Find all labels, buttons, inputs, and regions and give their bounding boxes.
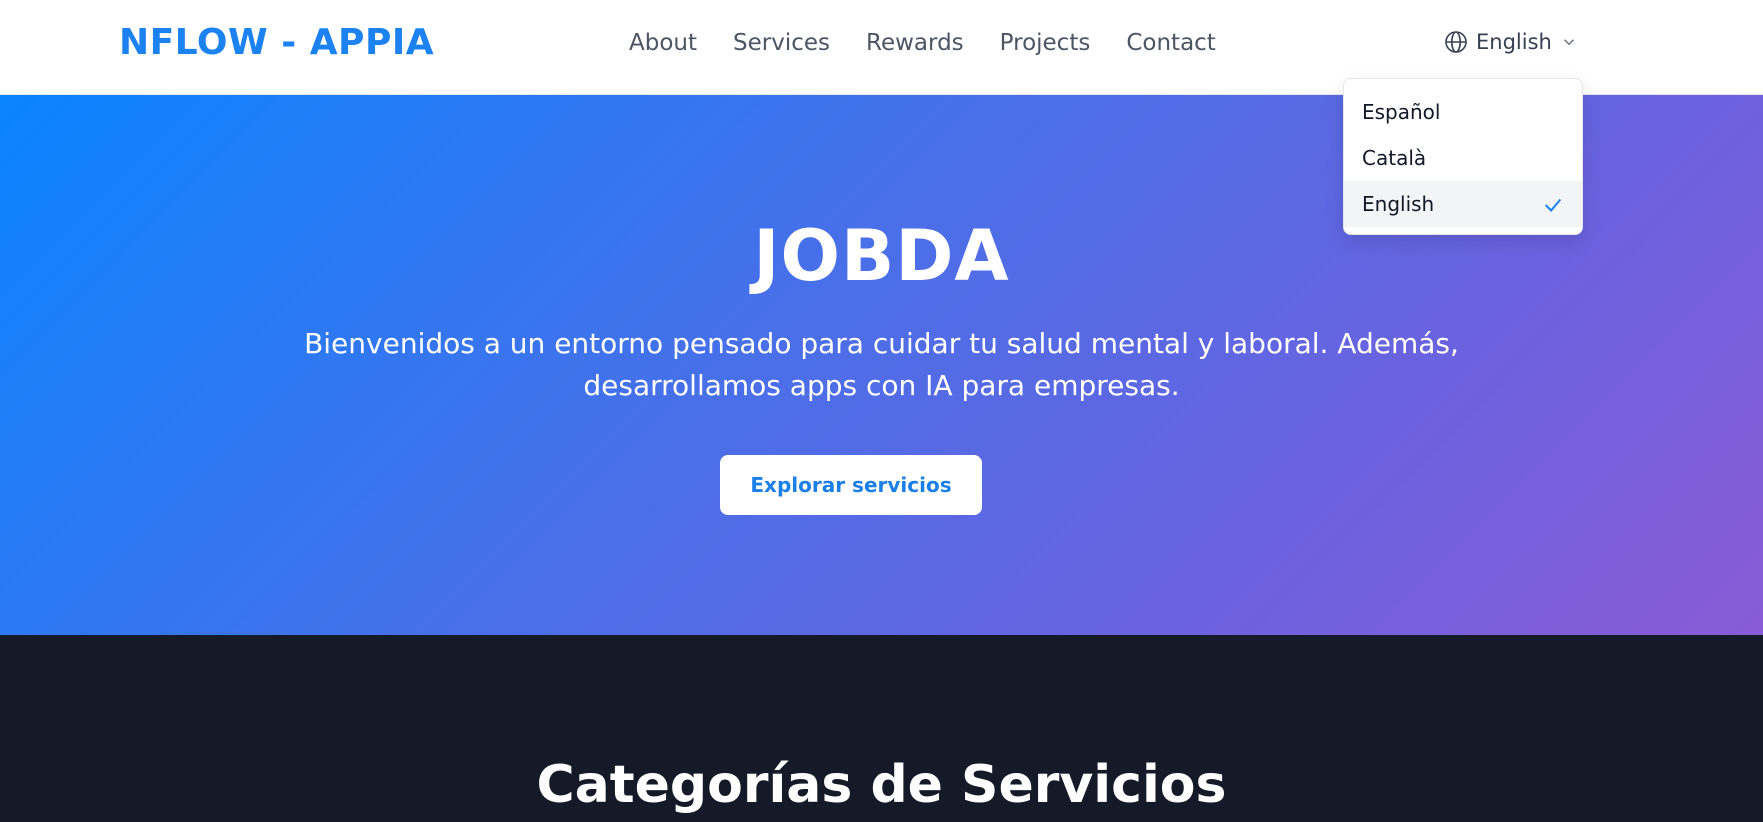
language-option-catala[interactable]: Català	[1344, 135, 1582, 181]
nav-link-contact[interactable]: Contact	[1126, 30, 1215, 56]
language-option-english[interactable]: English	[1344, 181, 1582, 227]
brand-logo[interactable]: NFLOW - APPIA	[119, 22, 434, 63]
language-option-label: Español	[1362, 100, 1441, 124]
nav-link-projects[interactable]: Projects	[1000, 30, 1091, 56]
hero-subtitle: Bienvenidos a un entorno pensado para cu…	[304, 327, 1459, 402]
language-option-label: Català	[1362, 146, 1427, 170]
language-option-label: English	[1362, 192, 1435, 216]
language-current-label: English	[1476, 30, 1552, 54]
language-selector[interactable]: English	[1444, 30, 1578, 54]
nav-link-services[interactable]: Services	[733, 30, 830, 56]
categories-title: Categorías de Servicios	[536, 755, 1227, 815]
language-option-espanol[interactable]: Español	[1344, 89, 1582, 135]
chevron-down-icon	[1560, 33, 1578, 51]
explore-services-button[interactable]: Explorar servicios	[720, 455, 982, 515]
language-dropdown-menu: Español Català English	[1343, 78, 1583, 235]
nav-links: About Services Rewards Projects Contact	[629, 30, 1216, 56]
nav-link-rewards[interactable]: Rewards	[866, 30, 964, 56]
check-icon	[1542, 194, 1564, 216]
categories-section: Categorías de Servicios	[0, 635, 1763, 822]
nav-link-about[interactable]: About	[629, 30, 697, 56]
globe-icon	[1444, 30, 1468, 54]
